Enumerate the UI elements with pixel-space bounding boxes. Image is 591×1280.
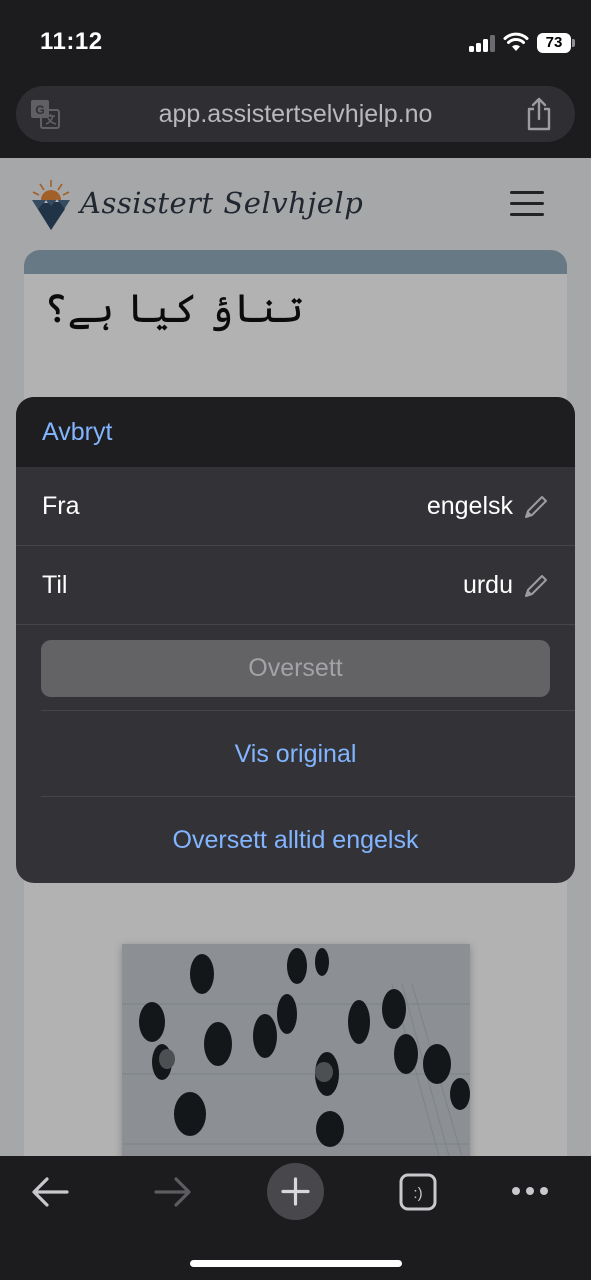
status-time: 11:12 [40, 28, 103, 55]
battery-level: 73 [537, 33, 571, 53]
translate-sheet: Avbryt Fra engelsk Til urdu Oversett Vis… [16, 397, 575, 883]
cellular-signal-icon [469, 34, 495, 52]
url-text[interactable]: app.assistertselvhjelp.no [76, 86, 515, 142]
edit-to-pencil-icon[interactable] [523, 573, 549, 599]
status-bar: 11:12 73 [0, 0, 591, 80]
forward-arrow-icon[interactable] [154, 1176, 192, 1208]
to-language-value[interactable]: urdu [463, 546, 513, 625]
browser-address-area: G app.assistertselvhjelp.no [0, 80, 591, 158]
translate-icon[interactable]: G [30, 99, 60, 129]
from-label: Fra [42, 492, 80, 520]
show-original-button[interactable]: Vis original [16, 711, 575, 797]
wifi-icon [503, 32, 529, 51]
tabs-icon[interactable]: :) [399, 1173, 437, 1211]
new-tab-button[interactable] [267, 1163, 324, 1220]
to-label: Til [42, 571, 68, 599]
from-language-value[interactable]: engelsk [427, 467, 513, 546]
share-icon[interactable] [525, 97, 553, 131]
home-indicator[interactable] [190, 1260, 402, 1267]
to-language-row[interactable]: Til urdu [16, 546, 575, 625]
new-tab-plus-icon [281, 1177, 310, 1206]
browser-toolbar: :) [0, 1156, 591, 1280]
battery-icon: 73 [537, 33, 575, 53]
address-bar[interactable]: G app.assistertselvhjelp.no [16, 86, 575, 142]
edit-from-pencil-icon[interactable] [523, 494, 549, 520]
sheet-header: Avbryt [16, 397, 575, 467]
cancel-button[interactable]: Avbryt [42, 397, 112, 467]
svg-text::): :) [413, 1185, 422, 1202]
back-arrow-icon[interactable] [31, 1176, 69, 1208]
from-language-row[interactable]: Fra engelsk [16, 467, 575, 546]
always-translate-button[interactable]: Oversett alltid engelsk [16, 797, 575, 883]
more-icon[interactable] [511, 1186, 549, 1196]
svg-text:G: G [35, 103, 44, 117]
translate-button[interactable]: Oversett [41, 640, 550, 697]
